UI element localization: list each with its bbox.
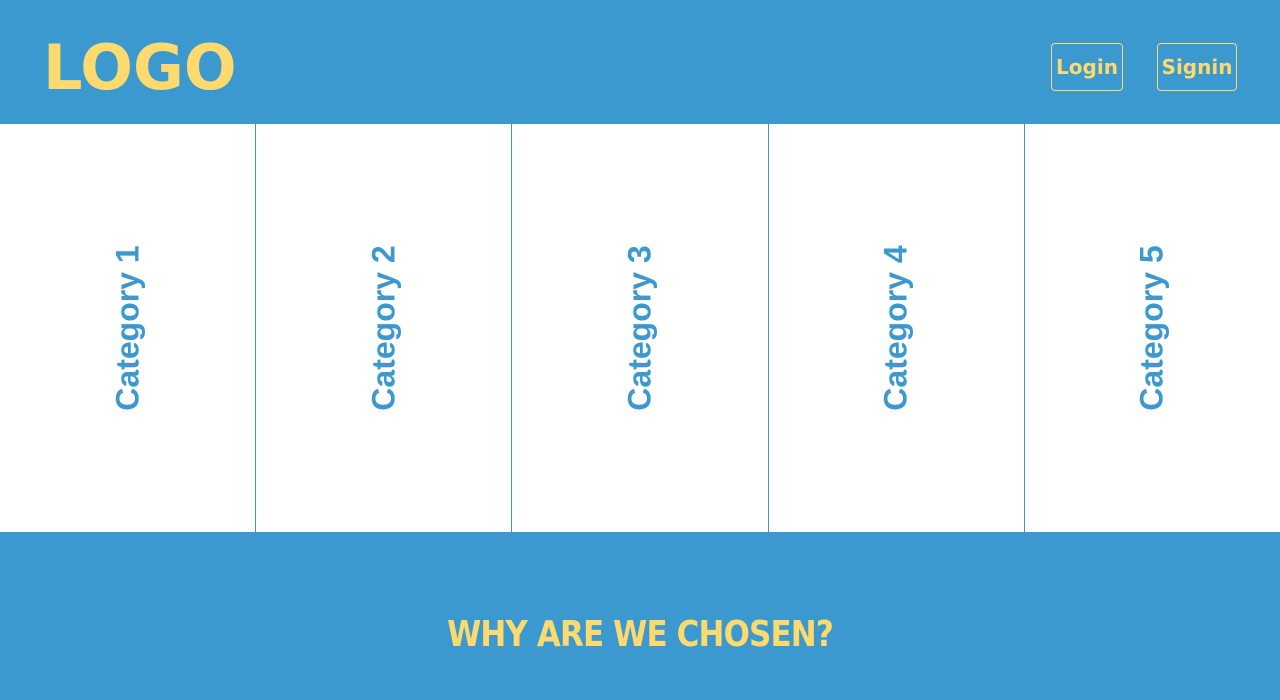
category-panel-3[interactable]: Category 3: [512, 124, 769, 532]
category-label: Category 5: [1133, 245, 1170, 411]
logo[interactable]: LOGO: [43, 30, 237, 106]
category-panel-5[interactable]: Category 5: [1025, 124, 1280, 532]
site-header: LOGO Login Signin: [0, 0, 1280, 124]
category-label: Category 1: [109, 245, 146, 411]
category-label: Category 3: [621, 245, 658, 411]
signin-button[interactable]: Signin: [1157, 43, 1237, 91]
category-panel-1[interactable]: Category 1: [0, 124, 257, 532]
why-section: WHY ARE WE CHOSEN?: [0, 532, 1280, 700]
why-section-title: WHY ARE WE CHOSEN?: [447, 614, 834, 655]
login-button[interactable]: Login: [1051, 43, 1123, 91]
category-label: Category 4: [877, 245, 914, 411]
category-strip: Category 1 Category 2 Category 3 Categor…: [0, 124, 1280, 532]
category-panel-4[interactable]: Category 4: [769, 124, 1025, 532]
category-panel-2[interactable]: Category 2: [256, 124, 513, 532]
category-label: Category 2: [365, 245, 402, 411]
